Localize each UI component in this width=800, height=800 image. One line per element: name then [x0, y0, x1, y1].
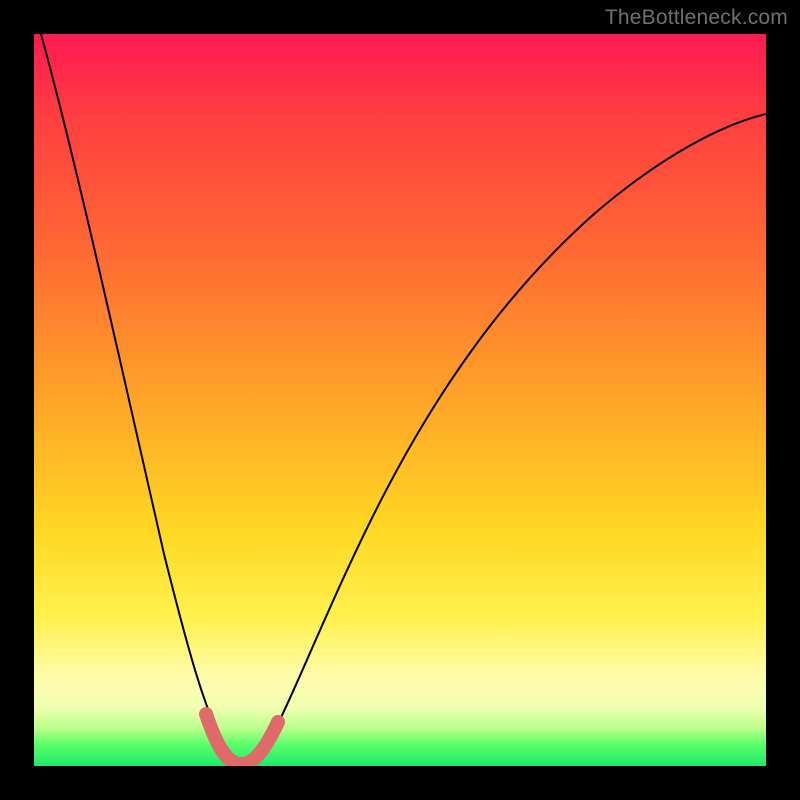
plot-area: [34, 34, 766, 766]
chart-svg: [34, 34, 766, 766]
optimal-zone-highlight: [206, 714, 278, 764]
watermark-text: TheBottleneck.com: [605, 6, 788, 30]
bottleneck-curve: [41, 34, 766, 764]
frame: TheBottleneck.com: [0, 0, 800, 800]
